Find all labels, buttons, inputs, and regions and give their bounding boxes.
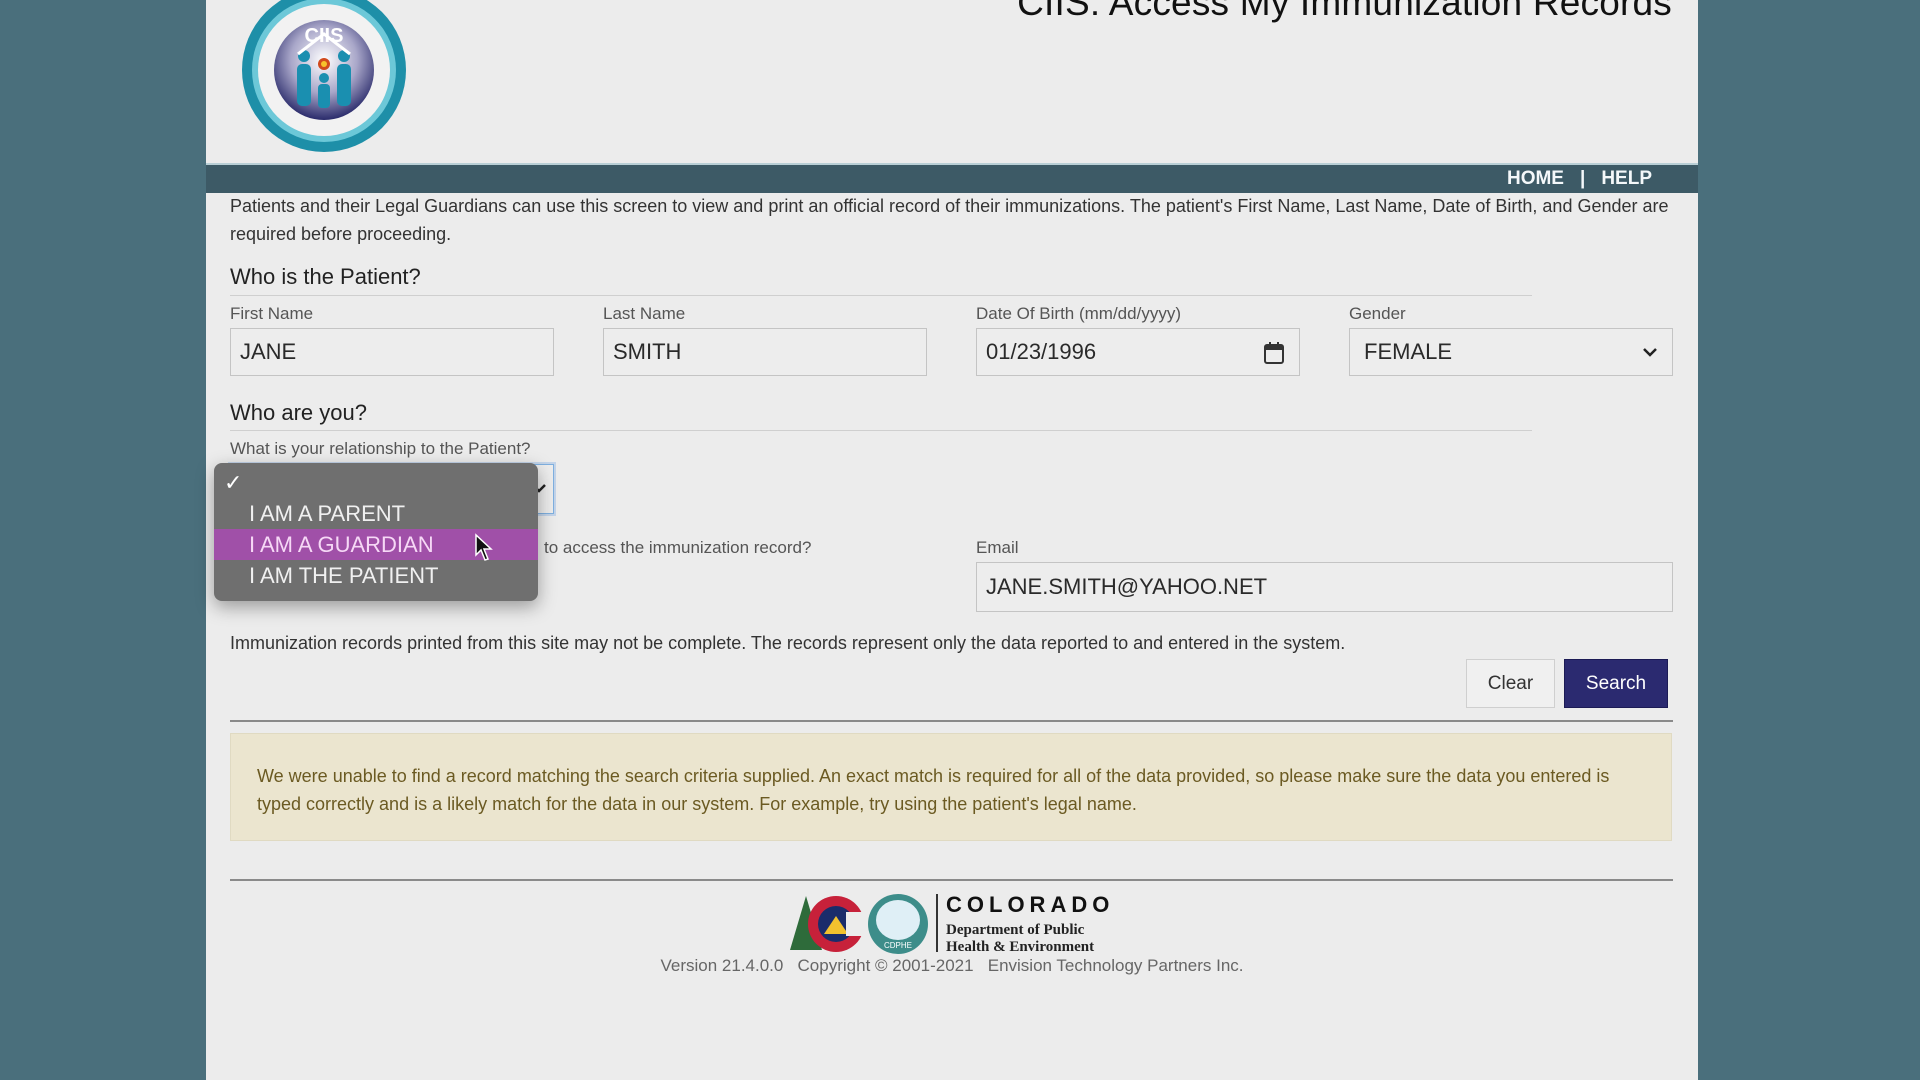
first-name-label: First Name — [230, 304, 314, 323]
access-question-label: to access the immunization record? — [544, 538, 812, 557]
relationship-label: What is your relationship to the Patient… — [230, 439, 531, 458]
you-section-title: Who are you? — [230, 400, 367, 425]
gender-label: Gender — [1349, 304, 1406, 323]
ciis-logo: CIIS — [242, 0, 406, 152]
nav-help-link[interactable]: HELP — [1601, 168, 1652, 189]
last-name-input[interactable]: SMITH — [603, 328, 927, 376]
dropdown-option-blank[interactable]: ✓ — [214, 467, 538, 497]
dob-label: Date Of Birth (mm/dd/yyyy) — [976, 304, 1181, 323]
dob-value: 01/23/1996 — [986, 339, 1097, 364]
company-text: Envision Technology Partners Inc. — [987, 956, 1244, 975]
email-label: Email — [976, 538, 1019, 557]
first-name-value: JANE — [240, 339, 297, 364]
no-record-alert: We were unable to find a record matching… — [230, 733, 1672, 841]
page-panel: CIIS CIIS: Access My Immunization Record… — [206, 0, 1698, 1080]
divider — [230, 720, 1673, 722]
email-input[interactable]: JANE.SMITH@YAHOO.NET — [976, 562, 1673, 612]
gender-select[interactable]: FEMALE — [1349, 328, 1673, 376]
footer-divider — [230, 879, 1673, 881]
checkmark-icon: ✓ — [224, 470, 243, 495]
gender-value: FEMALE — [1364, 339, 1453, 364]
patient-section-divider — [230, 295, 1532, 296]
intro-text: Patients and their Legal Guardians can u… — [230, 196, 1669, 244]
svg-text:COLORADO: COLORADO — [946, 892, 1114, 917]
svg-text:CDPHE: CDPHE — [884, 941, 912, 950]
svg-text:Health & Environment: Health & Environment — [946, 939, 1094, 955]
nav-separator: | — [1579, 168, 1586, 189]
colorado-cdphe-logo: CDPHE COLORADO Department of Public Heal… — [790, 892, 1114, 955]
version-text: Version 21.4.0.0 — [660, 956, 784, 975]
you-section-divider — [230, 430, 1532, 431]
patient-section-title: Who is the Patient? — [230, 264, 421, 289]
dropdown-option-parent[interactable]: I AM A PARENT — [214, 498, 538, 529]
last-name-label: Last Name — [603, 304, 686, 323]
footer-text: Version 21.4.0.0 Copyright © 2001-2021 E… — [206, 956, 1698, 976]
nav-home-link[interactable]: HOME — [1507, 168, 1564, 189]
mouse-cursor-icon — [475, 533, 493, 561]
calendar-icon[interactable] — [1263, 341, 1285, 365]
dropdown-option-patient[interactable]: I AM THE PATIENT — [214, 560, 538, 591]
page-title: CIIS: Access My Immunization Records — [1017, 0, 1672, 23]
chevron-down-icon — [1643, 348, 1657, 357]
nav-bar: HOME | HELP — [206, 163, 1698, 193]
last-name-value: SMITH — [613, 339, 682, 364]
svg-text:Department of Public: Department of Public — [946, 922, 1085, 938]
disclaimer-text: Immunization records printed from this s… — [230, 633, 1346, 653]
email-value: JANE.SMITH@YAHOO.NET — [986, 574, 1268, 599]
clear-button[interactable]: Clear — [1466, 659, 1555, 708]
copyright-text: Copyright © 2001-2021 — [797, 956, 974, 975]
dob-input[interactable]: 01/23/1996 — [976, 328, 1300, 376]
nav-links: HOME | HELP — [1507, 168, 1652, 190]
relationship-dropdown-menu: ✓ I AM A PARENT I AM A GUARDIAN I AM THE… — [214, 463, 538, 601]
search-button[interactable]: Search — [1564, 659, 1668, 708]
first-name-input[interactable]: JANE — [230, 328, 554, 376]
